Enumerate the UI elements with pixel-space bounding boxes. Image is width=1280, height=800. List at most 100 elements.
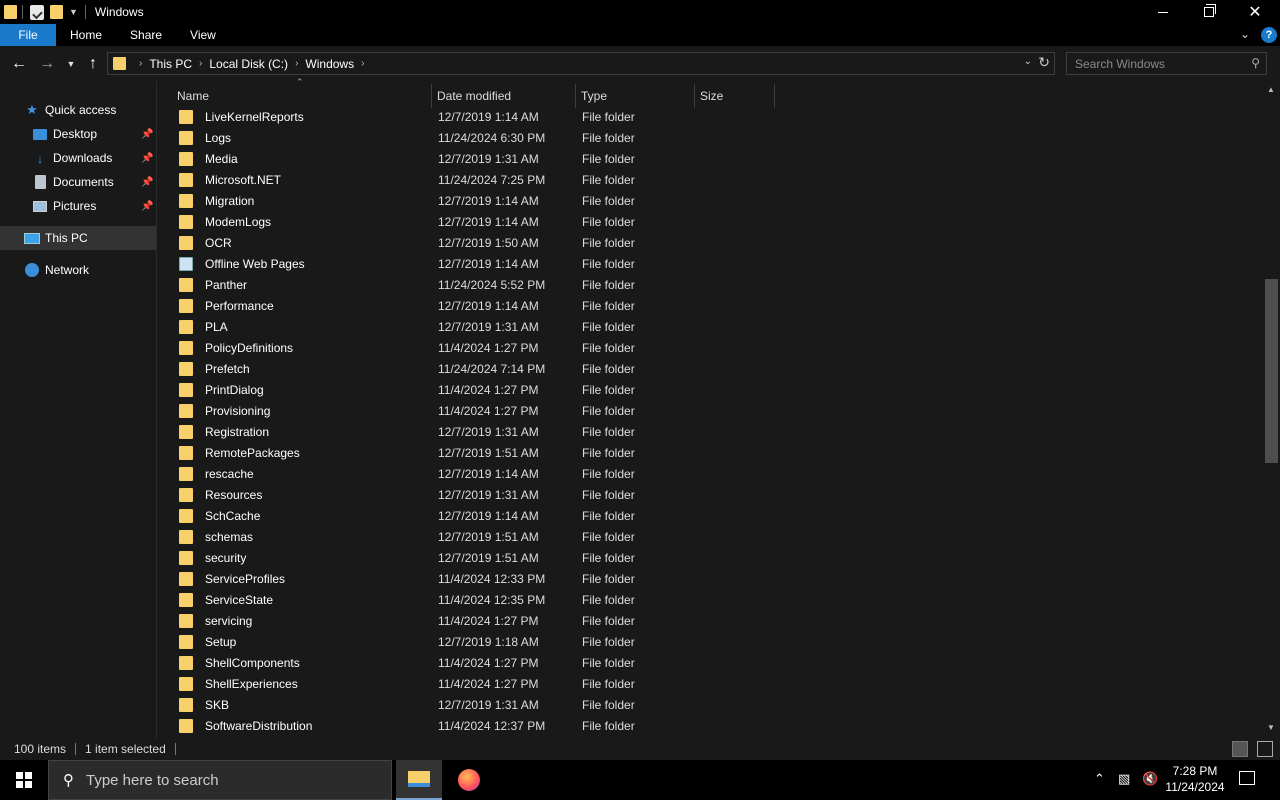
taskbar-search-input[interactable]: ⚲ Type here to search: [48, 760, 392, 800]
chevron-right-icon[interactable]: ›: [295, 58, 298, 69]
table-row[interactable]: SoftwareDistribution 11/4/2024 12:37 PM Fi…: [172, 715, 772, 736]
table-row[interactable]: RemotePackages 12/7/2019 1:51 AM File fold…: [172, 442, 772, 463]
table-row[interactable]: security 12/7/2019 1:51 AM File folder: [172, 547, 772, 568]
firefox-taskbar-button[interactable]: [446, 760, 492, 800]
file-type: File folder: [582, 319, 635, 334]
chevron-right-icon[interactable]: ›: [361, 58, 364, 69]
file-explorer-taskbar-button[interactable]: [396, 760, 442, 800]
offline-web-pages-icon: [179, 256, 193, 271]
properties-icon[interactable]: [30, 4, 44, 20]
table-row[interactable]: PrintDialog 11/4/2024 1:27 PM File folder: [172, 379, 772, 400]
table-row[interactable]: Registration 12/7/2019 1:31 AM File folder: [172, 421, 772, 442]
pin-icon[interactable]: 📌: [141, 129, 153, 140]
table-row[interactable]: LiveKernelReports 12/7/2019 1:14 AM File f…: [172, 106, 772, 127]
table-row[interactable]: Microsoft.NET 11/24/2024 7:25 PM File fold…: [172, 169, 772, 190]
help-icon[interactable]: ?: [1261, 27, 1277, 43]
details-view-icon[interactable]: [1232, 741, 1248, 757]
breadcrumb-local-disk[interactable]: Local Disk (C:): [209, 57, 288, 71]
table-row[interactable]: Panther 11/24/2024 5:52 PM File folder: [172, 274, 772, 295]
column-name-header[interactable]: Name: [172, 84, 432, 108]
file-name: servicing: [205, 613, 253, 628]
pin-icon[interactable]: 📌: [141, 201, 153, 212]
firefox-icon: [458, 769, 480, 791]
file-type: File folder: [582, 214, 635, 229]
table-row[interactable]: Performance 12/7/2019 1:14 AM File folder: [172, 295, 772, 316]
chevron-right-icon[interactable]: ›: [199, 58, 202, 69]
pin-icon[interactable]: 📌: [141, 177, 153, 188]
file-list[interactable]: ⌃ Name Date modified Type Size LiveKerne…: [157, 77, 1263, 738]
table-row[interactable]: OCR 12/7/2019 1:50 AM File folder: [172, 232, 772, 253]
column-date-header[interactable]: Date modified: [432, 84, 576, 108]
column-size-header[interactable]: Size: [695, 84, 775, 108]
notification-center-icon[interactable]: [1239, 771, 1255, 785]
table-row[interactable]: Migration 12/7/2019 1:14 AM File folder: [172, 190, 772, 211]
tab-home[interactable]: Home: [56, 24, 116, 46]
sidebar-item-network[interactable]: Network: [0, 258, 156, 282]
table-row[interactable]: Provisioning 11/4/2024 1:27 PM File folder: [172, 400, 772, 421]
chevron-right-icon[interactable]: ›: [139, 58, 142, 69]
table-row[interactable]: Resources 12/7/2019 1:31 AM File folder: [172, 484, 772, 505]
start-button[interactable]: [0, 760, 48, 800]
breadcrumb-windows[interactable]: Windows: [305, 57, 354, 71]
search-input[interactable]: Search Windows ⚲: [1066, 52, 1267, 75]
sidebar-item-quick-access[interactable]: ★ Quick access: [0, 98, 156, 122]
file-date-modified: 12/7/2019 1:31 AM: [438, 151, 539, 166]
system-clock[interactable]: 7:28 PM 11/24/2024: [1160, 763, 1230, 795]
table-row[interactable]: Setup 12/7/2019 1:18 AM File folder: [172, 631, 772, 652]
expand-ribbon-icon[interactable]: ⌄: [1240, 27, 1250, 41]
scrollbar-thumb[interactable]: [1265, 279, 1278, 463]
customize-dropdown-icon[interactable]: ▼: [69, 7, 78, 17]
show-hidden-icons-icon[interactable]: ⌃: [1094, 771, 1105, 787]
close-button[interactable]: ✕: [1232, 0, 1278, 24]
table-row[interactable]: Prefetch 11/24/2024 7:14 PM File folder: [172, 358, 772, 379]
tab-view[interactable]: View: [176, 24, 230, 46]
table-row[interactable]: ModemLogs 12/7/2019 1:14 AM File folder: [172, 211, 772, 232]
new-folder-icon[interactable]: [50, 5, 63, 19]
sidebar-item-downloads[interactable]: ↓ Downloads 📌: [0, 146, 156, 170]
breadcrumb-this-pc[interactable]: This PC: [149, 57, 192, 71]
recent-locations-button[interactable]: ▼: [64, 54, 78, 74]
table-row[interactable]: Logs 11/24/2024 6:30 PM File folder: [172, 127, 772, 148]
tab-file[interactable]: File: [0, 24, 56, 46]
table-row[interactable]: ShellComponents 11/4/2024 1:27 PM File fol…: [172, 652, 772, 673]
table-row[interactable]: ShellExperiences 11/4/2024 1:27 PM File fo…: [172, 673, 772, 694]
table-row[interactable]: SKB 12/7/2019 1:31 AM File folder: [172, 694, 772, 715]
scroll-down-icon[interactable]: ▼: [1267, 723, 1275, 732]
sidebar-item-documents[interactable]: Documents 📌: [0, 170, 156, 194]
vertical-scrollbar[interactable]: ▲ ▼: [1263, 81, 1280, 738]
file-type: File folder: [582, 592, 635, 607]
sidebar-item-pictures[interactable]: Pictures 📌: [0, 194, 156, 218]
sidebar-item-desktop[interactable]: Desktop 📌: [0, 122, 156, 146]
network-status-icon[interactable]: ▧: [1118, 771, 1130, 787]
large-icons-view-icon[interactable]: [1257, 741, 1273, 757]
scroll-up-icon[interactable]: ▲: [1267, 85, 1275, 94]
table-row[interactable]: ServiceState 11/4/2024 12:35 PM File folde…: [172, 589, 772, 610]
table-row[interactable]: Offline Web Pages 12/7/2019 1:14 AM File f…: [172, 253, 772, 274]
file-date-modified: 12/7/2019 1:50 AM: [438, 235, 539, 250]
folder-icon: [179, 718, 193, 733]
table-row[interactable]: SchCache 12/7/2019 1:14 AM File folder: [172, 505, 772, 526]
address-bar[interactable]: › This PC › Local Disk (C:) › Windows › …: [107, 52, 1055, 75]
table-row[interactable]: servicing 11/4/2024 1:27 PM File folder: [172, 610, 772, 631]
sidebar-item-this-pc[interactable]: This PC: [0, 226, 156, 250]
table-row[interactable]: ServiceProfiles 11/4/2024 12:33 PM File fo…: [172, 568, 772, 589]
refresh-icon[interactable]: ↻: [1038, 54, 1050, 71]
restore-button[interactable]: [1186, 0, 1232, 24]
table-row[interactable]: rescache 12/7/2019 1:14 AM File folder: [172, 463, 772, 484]
table-row[interactable]: PolicyDefinitions 11/4/2024 1:27 PM File f…: [172, 337, 772, 358]
folder-icon: [179, 487, 193, 502]
table-row[interactable]: schemas 12/7/2019 1:51 AM File folder: [172, 526, 772, 547]
chevron-down-icon[interactable]: ⌄: [1024, 56, 1032, 67]
file-type: File folder: [582, 193, 635, 208]
pin-icon[interactable]: 📌: [141, 153, 153, 164]
table-row[interactable]: Media 12/7/2019 1:31 AM File folder: [172, 148, 772, 169]
tab-share[interactable]: Share: [116, 24, 176, 46]
table-row[interactable]: PLA 12/7/2019 1:31 AM File folder: [172, 316, 772, 337]
minimize-button[interactable]: [1140, 0, 1186, 24]
folder-icon: [179, 571, 193, 586]
back-button[interactable]: ←: [8, 54, 30, 74]
up-button[interactable]: ↑: [83, 54, 103, 74]
forward-button[interactable]: →: [36, 54, 58, 74]
column-type-header[interactable]: Type: [576, 84, 695, 108]
volume-muted-icon[interactable]: 🔇: [1142, 771, 1158, 787]
